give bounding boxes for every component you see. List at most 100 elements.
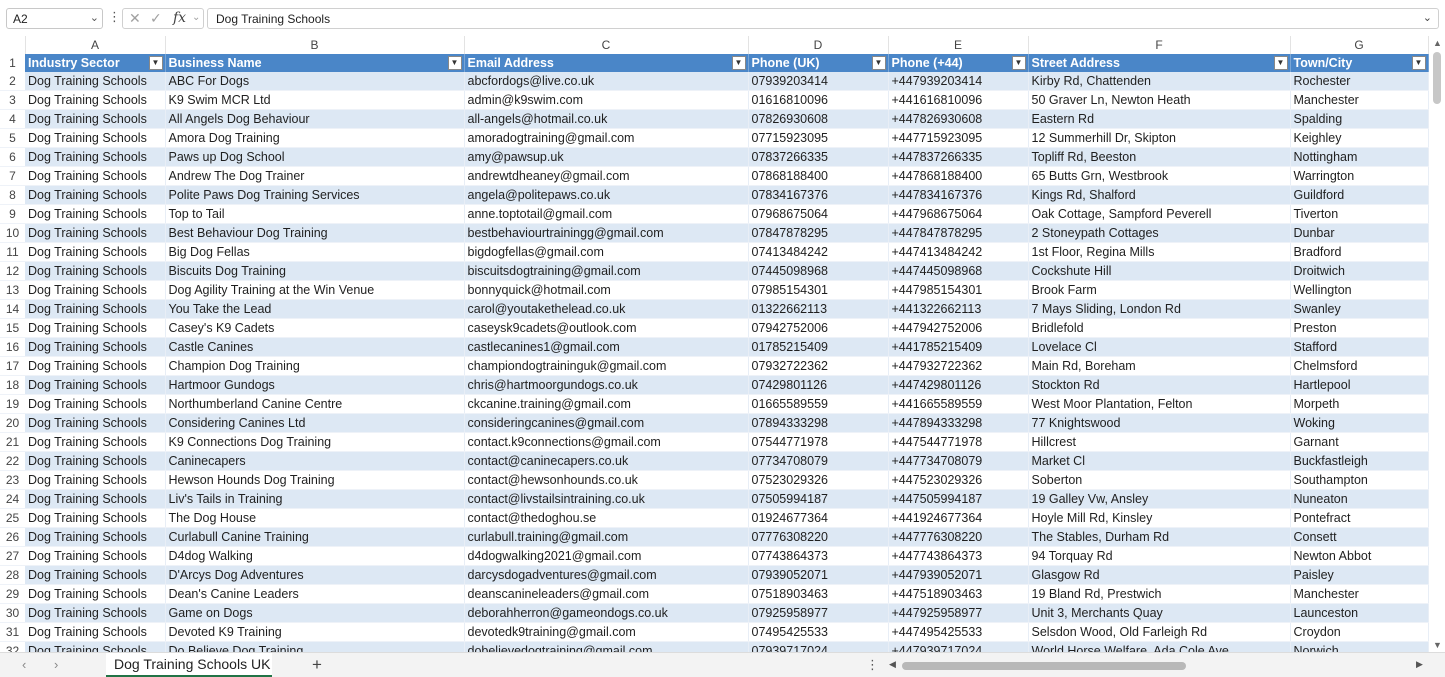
cell[interactable]: anne.toptotail@gmail.com xyxy=(464,204,749,225)
cell[interactable]: Dog Training Schools xyxy=(25,90,166,111)
cell[interactable]: Dog Training Schools xyxy=(25,72,166,92)
row-number[interactable]: 12 xyxy=(0,261,25,282)
cell[interactable]: Dog Training Schools xyxy=(25,223,166,244)
cell[interactable]: D'Arcys Dog Adventures xyxy=(165,565,465,586)
cell[interactable]: +447932722362 xyxy=(888,356,1029,377)
cell[interactable]: contact.k9connections@gmail.com xyxy=(464,432,749,453)
cell[interactable]: Amora Dog Training xyxy=(165,128,465,149)
cell[interactable]: Andrew The Dog Trainer xyxy=(165,166,465,187)
next-sheet-icon[interactable]: › xyxy=(54,657,58,672)
cell[interactable]: Keighley xyxy=(1290,128,1429,149)
cell[interactable]: Rochester xyxy=(1290,72,1429,92)
cell[interactable]: consideringcanines@gmail.com xyxy=(464,413,749,434)
cell[interactable]: 07518903463 xyxy=(748,584,889,605)
cell[interactable]: Newton Abbot xyxy=(1290,546,1429,567)
cell[interactable]: 07505994187 xyxy=(748,489,889,510)
cell[interactable]: +447445098968 xyxy=(888,261,1029,282)
row-number[interactable]: 17 xyxy=(0,356,25,377)
more-options-icon[interactable]: ⋮ xyxy=(866,657,879,673)
cell[interactable]: carol@youtakethelead.co.uk xyxy=(464,299,749,320)
cell[interactable]: Dog Training Schools xyxy=(25,128,166,149)
row-number[interactable]: 29 xyxy=(0,584,25,605)
cell[interactable]: Launceston xyxy=(1290,603,1429,624)
cell[interactable]: Woking xyxy=(1290,413,1429,434)
cell[interactable]: Dog Training Schools xyxy=(25,242,166,263)
cell[interactable]: d4dogwalking2021@gmail.com xyxy=(464,546,749,567)
cell[interactable]: Manchester xyxy=(1290,584,1429,605)
cell[interactable]: 07837266335 xyxy=(748,147,889,168)
cell[interactable]: +447939052071 xyxy=(888,565,1029,586)
cell[interactable]: Considering Canines Ltd xyxy=(165,413,465,434)
row-number[interactable]: 20 xyxy=(0,413,25,434)
cell[interactable]: Northumberland Canine Centre xyxy=(165,394,465,415)
row-number[interactable]: 7 xyxy=(0,166,25,187)
scroll-up-icon[interactable]: ▲ xyxy=(1433,38,1442,48)
filter-dropdown-icon[interactable]: ▼ xyxy=(731,56,746,70)
cell[interactable]: +447544771978 xyxy=(888,432,1029,453)
cell[interactable]: 1st Floor, Regina Mills xyxy=(1028,242,1291,263)
row-number[interactable]: 3 xyxy=(0,90,25,111)
cell[interactable]: +447847878295 xyxy=(888,223,1029,244)
cell[interactable]: Dog Agility Training at the Win Venue xyxy=(165,280,465,301)
cell[interactable]: Chelmsford xyxy=(1290,356,1429,377)
cell[interactable]: Dog Training Schools xyxy=(25,546,166,567)
cell[interactable]: The Stables, Durham Rd xyxy=(1028,527,1291,548)
cell[interactable]: +447968675064 xyxy=(888,204,1029,225)
more-options-icon[interactable]: ⋮ xyxy=(108,9,121,25)
cell[interactable]: Swanley xyxy=(1290,299,1429,320)
cell[interactable]: Dog Training Schools xyxy=(25,489,166,510)
column-header[interactable]: D xyxy=(748,36,889,54)
cell[interactable]: 07932722362 xyxy=(748,356,889,377)
row-number[interactable]: 16 xyxy=(0,337,25,358)
cell[interactable]: 07942752006 xyxy=(748,318,889,339)
cell[interactable]: 01785215409 xyxy=(748,337,889,358)
row-number[interactable]: 22 xyxy=(0,451,25,472)
cell[interactable]: Liv's Tails in Training xyxy=(165,489,465,510)
cell[interactable]: Dog Training Schools xyxy=(25,204,166,225)
cell[interactable]: Kirby Rd, Chattenden xyxy=(1028,72,1291,92)
cell[interactable]: Nuneaton xyxy=(1290,489,1429,510)
cell[interactable]: Nottingham xyxy=(1290,147,1429,168)
row-number[interactable]: 30 xyxy=(0,603,25,624)
cell[interactable]: +447734708079 xyxy=(888,451,1029,472)
cell[interactable]: +447834167376 xyxy=(888,185,1029,206)
cell[interactable]: 07776308220 xyxy=(748,527,889,548)
cell[interactable]: 19 Galley Vw, Ansley xyxy=(1028,489,1291,510)
row-number[interactable]: 2 xyxy=(0,72,25,92)
cell[interactable]: 07734708079 xyxy=(748,451,889,472)
cell[interactable]: Devoted K9 Training xyxy=(165,622,465,643)
cell[interactable]: 07495425533 xyxy=(748,622,889,643)
cell[interactable]: Dog Training Schools xyxy=(25,413,166,434)
row-number[interactable]: 18 xyxy=(0,375,25,396)
cell[interactable]: Dog Training Schools xyxy=(25,622,166,643)
column-header[interactable]: F xyxy=(1028,36,1291,54)
cell[interactable]: darcysdogadventures@gmail.com xyxy=(464,565,749,586)
cell[interactable]: 19 Bland Rd, Prestwich xyxy=(1028,584,1291,605)
cell[interactable]: Dog Training Schools xyxy=(25,565,166,586)
previous-sheet-icon[interactable]: ‹ xyxy=(22,657,26,672)
column-header[interactable]: A xyxy=(25,36,166,54)
header-cell[interactable]: Phone (UK) ▼ xyxy=(748,54,889,73)
cell[interactable]: 01322662113 xyxy=(748,299,889,320)
cell[interactable]: +447715923095 xyxy=(888,128,1029,149)
header-cell[interactable]: Phone (+44) ▼ xyxy=(888,54,1029,73)
cell[interactable]: Paisley xyxy=(1290,565,1429,586)
filter-dropdown-icon[interactable]: ▼ xyxy=(447,56,462,70)
row-number[interactable]: 4 xyxy=(0,109,25,130)
cell[interactable]: amy@pawsup.uk xyxy=(464,147,749,168)
cell[interactable]: Unit 3, Merchants Quay xyxy=(1028,603,1291,624)
cell[interactable]: Cockshute Hill xyxy=(1028,261,1291,282)
cell[interactable]: Dog Training Schools xyxy=(25,356,166,377)
name-box[interactable]: A2 ⌄ xyxy=(6,8,103,29)
column-header[interactable]: G xyxy=(1290,36,1429,54)
filter-dropdown-icon[interactable]: ▼ xyxy=(871,56,886,70)
cell[interactable]: castlecanines1@gmail.com xyxy=(464,337,749,358)
cell[interactable]: Topliff Rd, Beeston xyxy=(1028,147,1291,168)
scroll-left-icon[interactable]: ◀ xyxy=(889,659,896,670)
cell[interactable]: Main Rd, Boreham xyxy=(1028,356,1291,377)
row-number[interactable]: 15 xyxy=(0,318,25,339)
cell[interactable]: +447495425533 xyxy=(888,622,1029,643)
cell[interactable]: Dog Training Schools xyxy=(25,261,166,282)
cell[interactable]: Hillcrest xyxy=(1028,432,1291,453)
row-number[interactable]: 28 xyxy=(0,565,25,586)
